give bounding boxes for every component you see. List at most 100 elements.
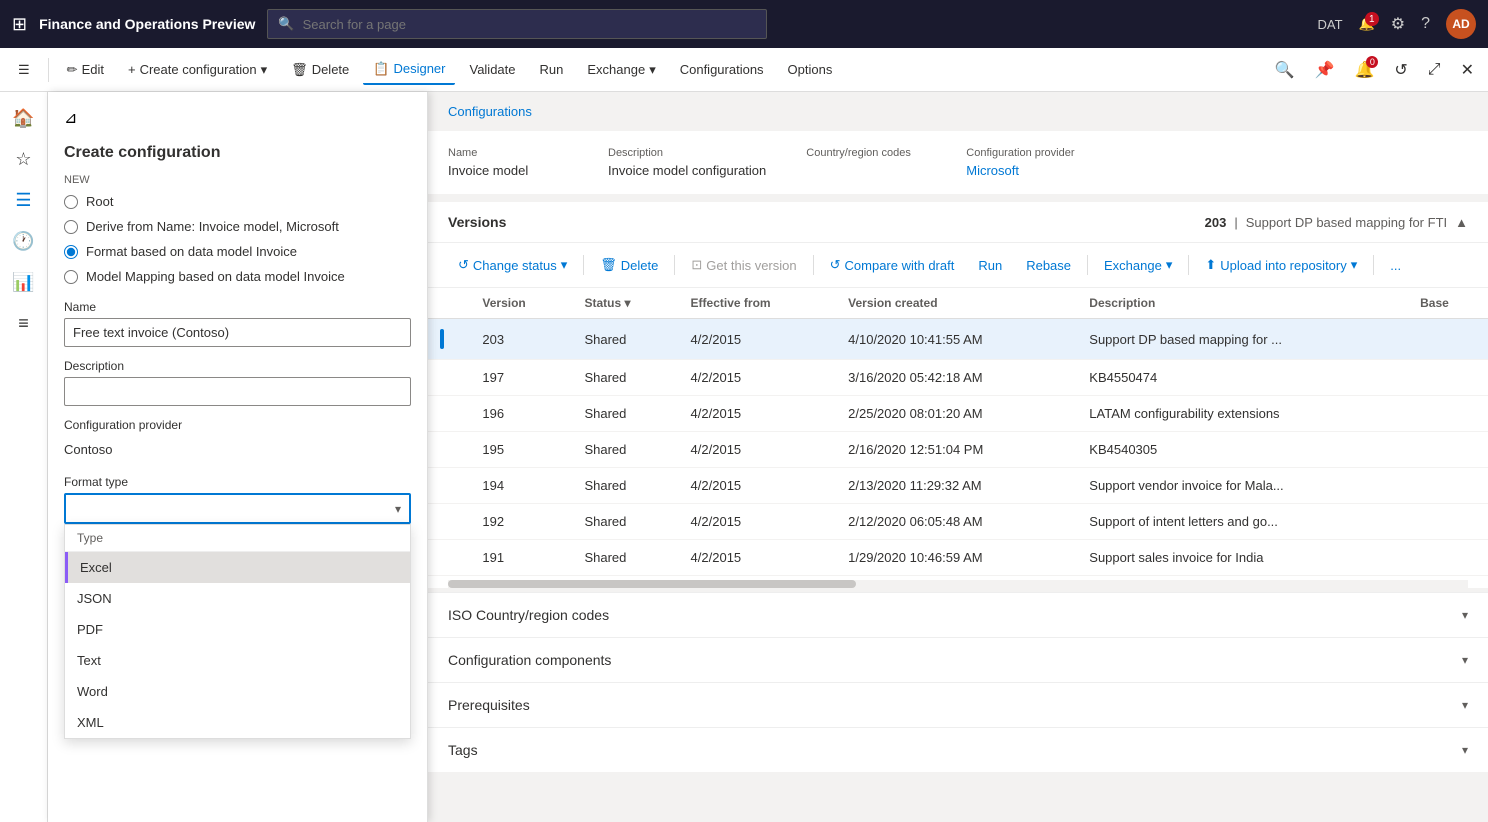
col-description[interactable]: Description: [1077, 288, 1408, 319]
table-row[interactable]: 191 Shared 4/2/2015 1/29/2020 10:46:59 A…: [428, 540, 1488, 576]
dropdown-item-word[interactable]: Word: [65, 676, 410, 707]
config-description-value: Invoice model configuration: [608, 163, 766, 178]
nav-close-icon-button[interactable]: ✕: [1455, 54, 1480, 86]
collapsible-header-2[interactable]: Prerequisites ▾: [428, 683, 1488, 727]
table-scrollbar-thumb[interactable]: [448, 580, 856, 588]
delete-version-label: Delete: [621, 258, 659, 273]
dropdown-chevron-icon[interactable]: ▾: [395, 502, 401, 516]
grid-icon[interactable]: ⊞: [12, 14, 27, 35]
table-scrollbar-track[interactable]: [448, 580, 1468, 588]
exchange-button[interactable]: Exchange ▾: [1094, 251, 1182, 279]
collapsible-header-0[interactable]: ISO Country/region codes ▾: [428, 593, 1488, 637]
collapsible-header-3[interactable]: Tags ▾: [428, 728, 1488, 772]
nav-refresh-icon-button[interactable]: ↺: [1388, 54, 1413, 86]
radio-derive-input[interactable]: [64, 220, 78, 234]
nav-search-icon-button[interactable]: 🔍: [1269, 54, 1301, 86]
dropdown-item-pdf[interactable]: PDF: [65, 614, 410, 645]
radio-format-based[interactable]: Format based on data model Invoice: [64, 244, 411, 259]
sidebar-star-icon[interactable]: ☆: [7, 141, 39, 178]
radio-root[interactable]: Root: [64, 194, 411, 209]
row-description: Support sales invoice for India: [1077, 540, 1408, 576]
filter-icon[interactable]: ⊿: [64, 108, 77, 128]
nav-delete-button[interactable]: 🗑 Delete: [281, 56, 359, 84]
avatar[interactable]: AD: [1446, 9, 1476, 39]
col-status[interactable]: Status ▾: [572, 288, 678, 319]
designer-label: Designer: [393, 61, 445, 76]
table-row[interactable]: 196 Shared 4/2/2015 2/25/2020 08:01:20 A…: [428, 396, 1488, 432]
run-version-button[interactable]: Run: [968, 252, 1012, 279]
search-input[interactable]: [303, 17, 757, 32]
breadcrumb[interactable]: Configurations: [428, 92, 1488, 131]
config-provider-label: Configuration provider: [64, 418, 411, 432]
upload-repository-button[interactable]: ⬆ Upload into repository ▾: [1195, 251, 1367, 279]
sidebar-list-icon[interactable]: ☰: [7, 182, 39, 219]
col-version-created[interactable]: Version created: [836, 288, 1077, 319]
change-status-button[interactable]: ↺ Change status ▾: [448, 251, 577, 279]
collapsible-sections: ISO Country/region codes ▾ Configuration…: [428, 592, 1488, 772]
name-input[interactable]: [64, 318, 411, 347]
search-icon: 🔍: [278, 16, 294, 32]
format-type-group: Format type ▾ Type Excel JSON PDF Text W…: [64, 475, 411, 524]
collapsible-title-3: Tags: [448, 742, 478, 758]
collapsible-header-1[interactable]: Configuration components ▾: [428, 638, 1488, 682]
config-description-label: Description: [608, 147, 766, 159]
table-row[interactable]: 195 Shared 4/2/2015 2/16/2020 12:51:04 P…: [428, 432, 1488, 468]
dropdown-item-json[interactable]: JSON: [65, 583, 410, 614]
table-row[interactable]: 194 Shared 4/2/2015 2/13/2020 11:29:32 A…: [428, 468, 1488, 504]
col-version[interactable]: Version: [470, 288, 572, 319]
dropdown-item-excel[interactable]: Excel: [65, 552, 410, 583]
radio-model-mapping[interactable]: Model Mapping based on data model Invoic…: [64, 269, 411, 284]
sidebar-clock-icon[interactable]: 🕐: [4, 223, 42, 260]
radio-root-label: Root: [86, 194, 113, 209]
sidebar-home-icon[interactable]: 🏠: [4, 100, 42, 137]
help-icon[interactable]: ?: [1421, 15, 1430, 33]
nav-create-config-button[interactable]: + Create configuration ▾: [118, 56, 277, 84]
collapsible-title-1: Configuration components: [448, 652, 611, 668]
row-effective-from: 4/2/2015: [679, 468, 837, 504]
delete-version-button[interactable]: 🗑 Delete: [590, 251, 668, 279]
table-row[interactable]: 203 Shared 4/2/2015 4/10/2020 10:41:55 A…: [428, 319, 1488, 360]
dropdown-item-xml[interactable]: XML: [65, 707, 410, 738]
radio-derive[interactable]: Derive from Name: Invoice model, Microso…: [64, 219, 411, 234]
sidebar-menu-icon[interactable]: ≡: [10, 305, 37, 342]
format-type-dropdown[interactable]: ▾ Type Excel JSON PDF Text Word XML: [64, 493, 411, 524]
config-provider-field-value[interactable]: Microsoft: [966, 163, 1086, 178]
description-input[interactable]: [64, 377, 411, 406]
designer-icon: 📋: [373, 61, 389, 77]
more-button[interactable]: ...: [1380, 252, 1411, 279]
notifications-icon[interactable]: 🔔 1: [1359, 16, 1375, 32]
dropdown-item-text[interactable]: Text: [65, 645, 410, 676]
table-row[interactable]: 192 Shared 4/2/2015 2/12/2020 06:05:48 A…: [428, 504, 1488, 540]
rebase-button[interactable]: Rebase: [1016, 252, 1081, 279]
nav-exchange-button[interactable]: Exchange ▾: [577, 56, 665, 84]
run-label: Run: [540, 62, 564, 77]
radio-model-input[interactable]: [64, 270, 78, 284]
sidebar-chart-icon[interactable]: 📊: [4, 264, 42, 301]
env-label: DAT: [1318, 17, 1343, 32]
nav-expand-icon-button[interactable]: ⤢: [1422, 55, 1447, 85]
toolbar-divider-5: [1188, 255, 1189, 275]
settings-icon[interactable]: ⚙: [1391, 14, 1405, 34]
format-type-input-container[interactable]: ▾: [64, 493, 411, 524]
col-effective-from[interactable]: Effective from: [679, 288, 837, 319]
nav-run-button[interactable]: Run: [530, 56, 574, 83]
compare-draft-button[interactable]: ↺ Compare with draft: [820, 251, 965, 279]
format-type-input[interactable]: [74, 501, 395, 516]
search-bar[interactable]: 🔍: [267, 9, 767, 39]
get-this-version-button[interactable]: ⊡ Get this version: [681, 251, 806, 279]
nav-pinned-icon-button[interactable]: 📌: [1309, 54, 1341, 86]
versions-table: Version Status ▾ Effective from Version …: [428, 288, 1488, 576]
radio-root-input[interactable]: [64, 195, 78, 209]
table-row[interactable]: 197 Shared 4/2/2015 3/16/2020 05:42:18 A…: [428, 360, 1488, 396]
nav-edit-button[interactable]: ✏ Edit: [57, 56, 114, 84]
delete-version-icon: 🗑: [600, 257, 617, 273]
nav-designer-button[interactable]: 📋 Designer: [363, 55, 455, 85]
radio-format-input[interactable]: [64, 245, 78, 259]
nav-filter-icon-button[interactable]: 🔔0: [1348, 54, 1380, 86]
nav-configurations-button[interactable]: Configurations: [670, 56, 774, 83]
nav-options-button[interactable]: Options: [778, 56, 843, 83]
col-base[interactable]: Base: [1408, 288, 1488, 319]
nav-hamburger[interactable]: ☰: [8, 56, 40, 84]
versions-collapse-icon[interactable]: ▲: [1455, 215, 1468, 230]
nav-validate-button[interactable]: Validate: [459, 56, 525, 83]
